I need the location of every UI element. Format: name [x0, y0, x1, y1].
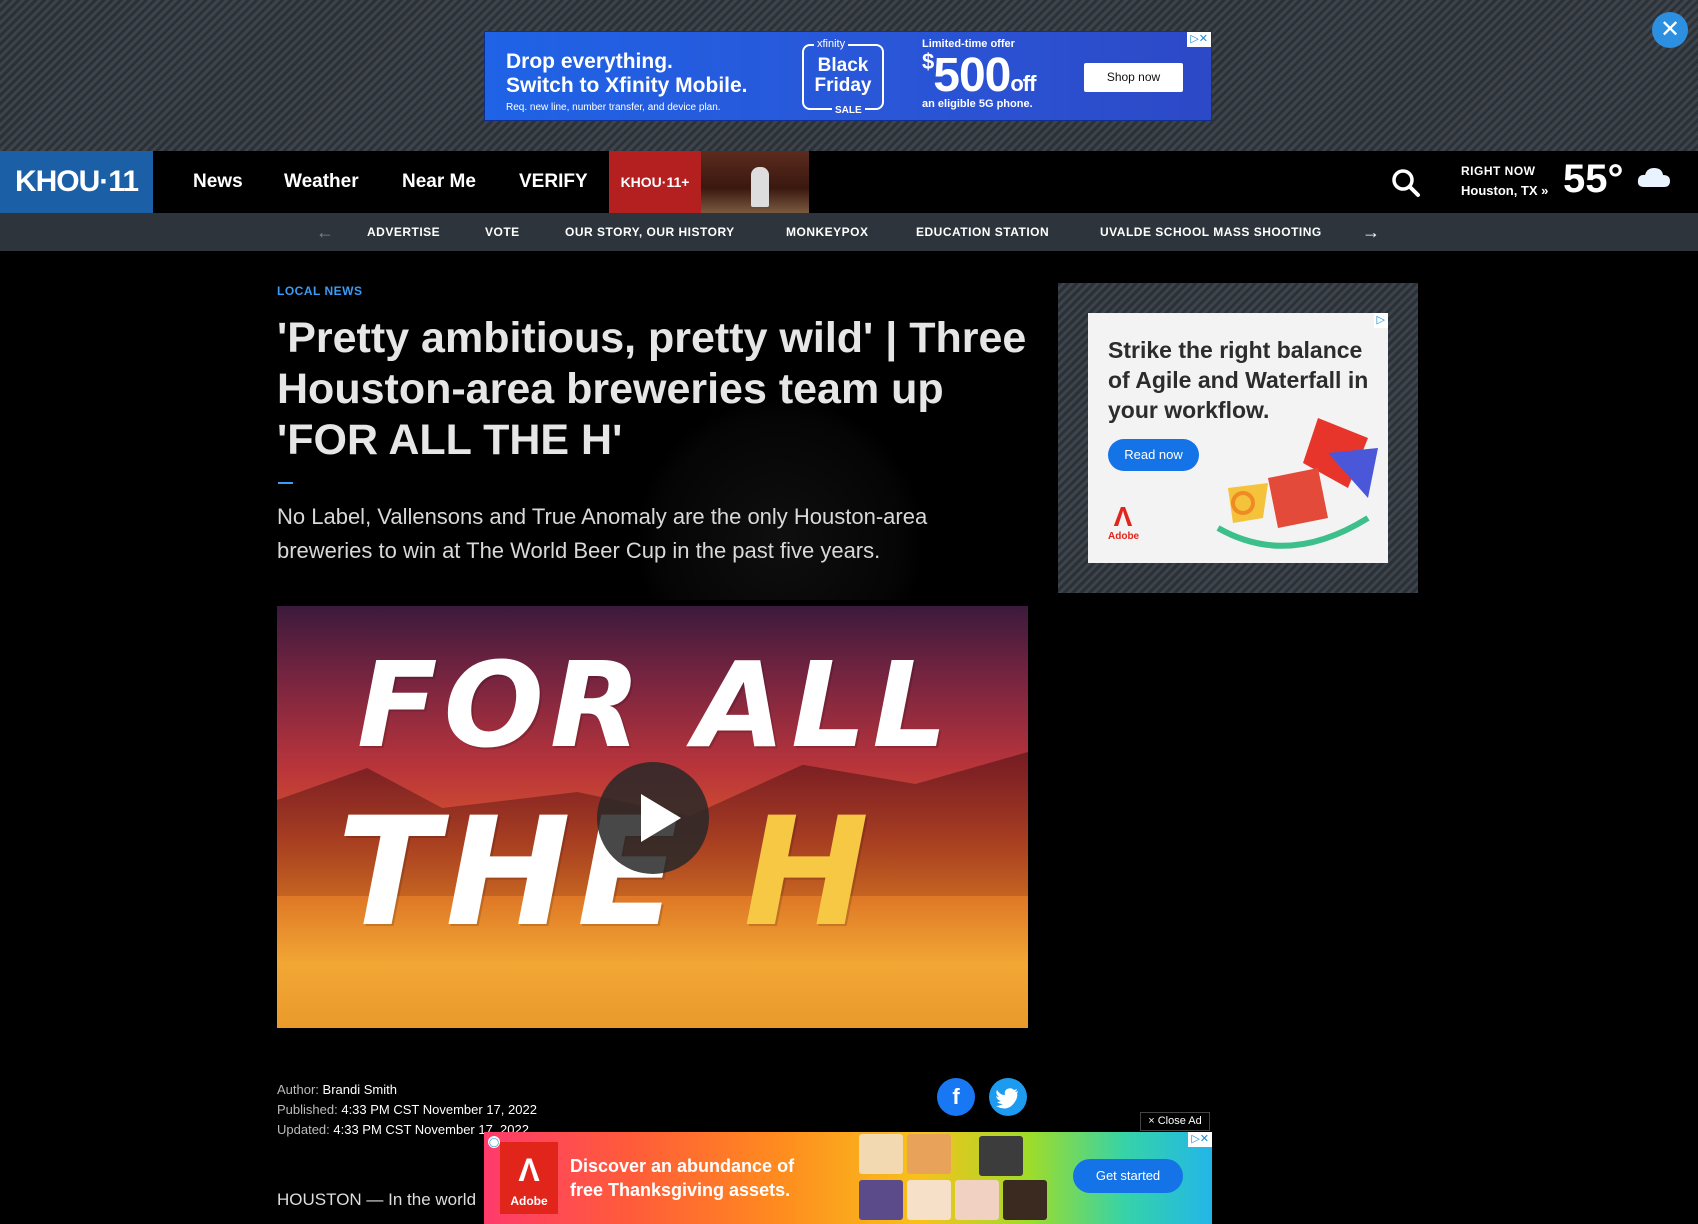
- sticky-ad-message: Discover an abundance of free Thanksgivi…: [570, 1156, 795, 1200]
- nav-near-me[interactable]: Near Me: [402, 151, 476, 213]
- article-category[interactable]: LOCAL NEWS: [277, 284, 362, 298]
- article-summary: No Label, Vallensons and True Anomaly ar…: [277, 504, 928, 563]
- khou-logo[interactable]: KHOU·11: [0, 151, 153, 213]
- read-now-button[interactable]: Read now: [1108, 439, 1199, 471]
- khou-plus-link[interactable]: KHOU·11+: [609, 151, 701, 213]
- adchoices-icon[interactable]: ▷: [1373, 313, 1388, 328]
- arrow-left-icon[interactable]: ←: [316, 213, 334, 251]
- twitter-share-icon[interactable]: [989, 1078, 1027, 1116]
- cloud-icon: [1636, 165, 1672, 194]
- subnav-uvalde[interactable]: UVALDE SCHOOL MASS SHOOTING: [1100, 213, 1322, 251]
- subnav-advertise[interactable]: ADVERTISE: [367, 213, 440, 251]
- offer-amount: $500off: [922, 49, 1036, 102]
- xfinity-logo: xfinity: [814, 38, 849, 50]
- black-friday-badge: xfinity Black Friday SALE: [802, 38, 884, 116]
- ad-fine-print: Req. new line, number transfer, and devi…: [506, 102, 721, 113]
- khou-plus-thumbnail[interactable]: [701, 151, 809, 213]
- headline-divider: [278, 482, 293, 484]
- subnav-monkeypox[interactable]: MONKEYPOX: [786, 213, 869, 251]
- privacy-shield-icon[interactable]: ◯: [488, 1136, 500, 1148]
- adobe-rail-ad[interactable]: Strike the right balance of Agile and Wa…: [1088, 313, 1388, 563]
- subnav-our-story[interactable]: OUR STORY, OUR HISTORY: [565, 213, 735, 251]
- current-temperature[interactable]: 55°: [1563, 157, 1624, 202]
- xfinity-banner-ad[interactable]: Drop everything. Switch to Xfinity Mobil…: [484, 31, 1212, 121]
- video-title-line1: FOR ALL: [357, 636, 954, 774]
- thanksgiving-asset-tiles: [859, 1132, 1049, 1224]
- nav-weather[interactable]: Weather: [284, 151, 359, 213]
- author-name: Brandi Smith: [322, 1082, 397, 1097]
- adchoices-icon[interactable]: ▷✕: [1187, 32, 1211, 47]
- nav-news[interactable]: News: [193, 151, 243, 213]
- subnav-education-station[interactable]: EDUCATION STATION: [916, 213, 1049, 251]
- abstract-shapes-graphic: [1216, 418, 1378, 549]
- trending-subnav: ← ADVERTISE VOTE OUR STORY, OUR HISTORY …: [0, 213, 1698, 251]
- search-icon[interactable]: [1391, 168, 1421, 198]
- article-headline: 'Pretty ambitious, pretty wild' | Three …: [277, 314, 1027, 464]
- arrow-right-icon[interactable]: →: [1362, 213, 1380, 251]
- facebook-share-icon[interactable]: f: [937, 1078, 975, 1116]
- top-ad-band: Drop everything. Switch to Xfinity Mobil…: [0, 0, 1698, 151]
- video-player[interactable]: FOR ALL THE H: [277, 606, 1028, 1028]
- published-date: 4:33 PM CST November 17, 2022: [341, 1102, 537, 1117]
- subnav-vote[interactable]: VOTE: [485, 213, 520, 251]
- weather-location-link[interactable]: Houston, TX »: [1461, 183, 1548, 198]
- play-icon[interactable]: [597, 762, 709, 874]
- adchoices-icon[interactable]: ▷✕: [1188, 1132, 1212, 1147]
- main-navigation: KHOU·11 News Weather Near Me VERIFY KHOU…: [0, 151, 1698, 213]
- adobe-sticky-ad[interactable]: ◯ Λ Adobe Discover an abundance of free …: [484, 1132, 1212, 1224]
- close-icon[interactable]: ✕: [1652, 12, 1688, 48]
- article-body: HOUSTON — In the world: [277, 1190, 477, 1209]
- close-ad-button[interactable]: × Close Ad: [1140, 1112, 1210, 1131]
- adobe-logo: Λ Adobe: [1108, 501, 1140, 543]
- ad-headline: Drop everything. Switch to Xfinity Mobil…: [506, 50, 748, 97]
- article-byline: Author: Brandi Smith Published: 4:33 PM …: [277, 1082, 537, 1137]
- nav-verify[interactable]: VERIFY: [519, 151, 588, 213]
- shop-now-button[interactable]: Shop now: [1084, 63, 1183, 92]
- offer-note: an eligible 5G phone.: [922, 98, 1033, 110]
- get-started-button[interactable]: Get started: [1073, 1159, 1183, 1193]
- right-now-label: RIGHT NOW: [1461, 164, 1536, 178]
- adobe-logo: Λ Adobe: [500, 1142, 558, 1214]
